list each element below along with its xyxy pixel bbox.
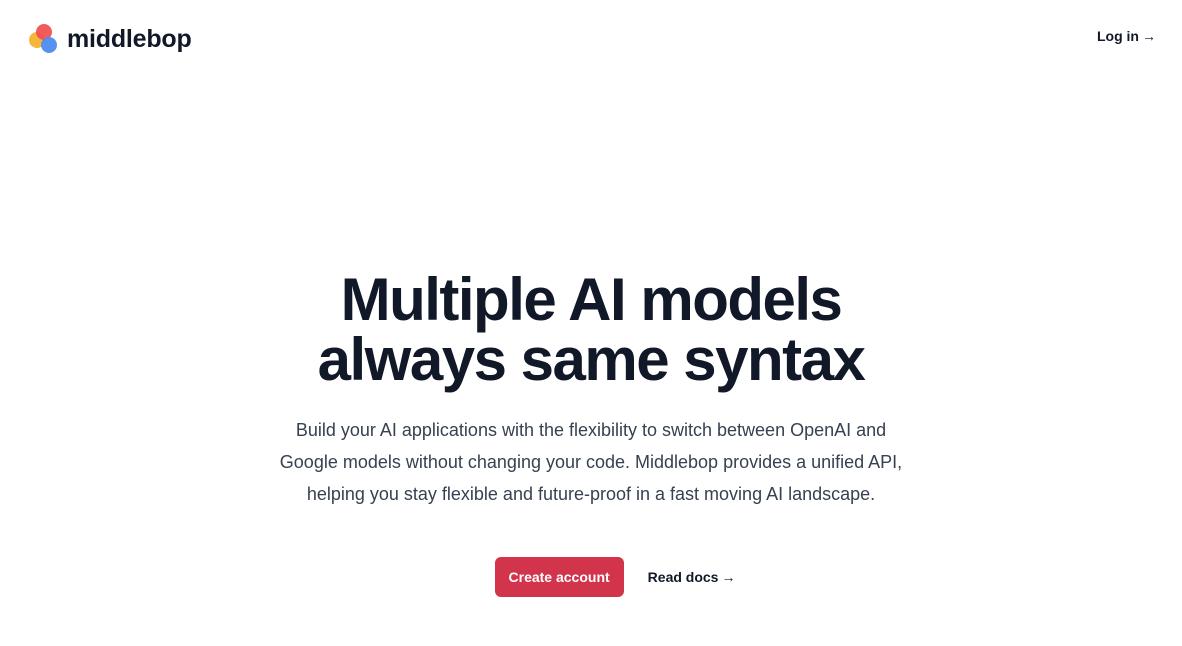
middlebop-logo-icon <box>29 24 59 54</box>
hero-headline: Multiple AI models always same syntax <box>0 270 1182 390</box>
headline-line-2: always same syntax <box>317 326 866 393</box>
cta-row: Create account Read docs → <box>0 557 1182 597</box>
site-header: middlebop Log in → <box>0 0 1182 78</box>
arrow-right-icon: → <box>721 569 736 585</box>
hero-section: Multiple AI models always same syntax Bu… <box>0 270 1182 510</box>
login-link[interactable]: Log in → <box>1097 28 1156 44</box>
login-label: Log in <box>1097 28 1139 44</box>
description-line-2: Google models without changing your code… <box>279 452 903 472</box>
create-account-button[interactable]: Create account <box>494 557 624 597</box>
read-docs-label: Read docs <box>647 569 719 585</box>
read-docs-link[interactable]: Read docs → <box>648 569 736 585</box>
description-line-3: helping you stay flexible and future-pro… <box>306 484 876 504</box>
logo-blue-dot <box>41 37 57 53</box>
description-line-1: Build your AI applications with the flex… <box>295 420 887 440</box>
headline-line-1: Multiple AI models <box>340 266 843 333</box>
brand-home-link[interactable]: middlebop <box>29 24 192 54</box>
brand-name: middlebop <box>67 24 192 53</box>
arrow-right-icon: → <box>1142 28 1156 44</box>
hero-description: Build your AI applications with the flex… <box>241 414 941 510</box>
landing-page: middlebop Log in → Multiple AI models alw… <box>0 0 1182 646</box>
